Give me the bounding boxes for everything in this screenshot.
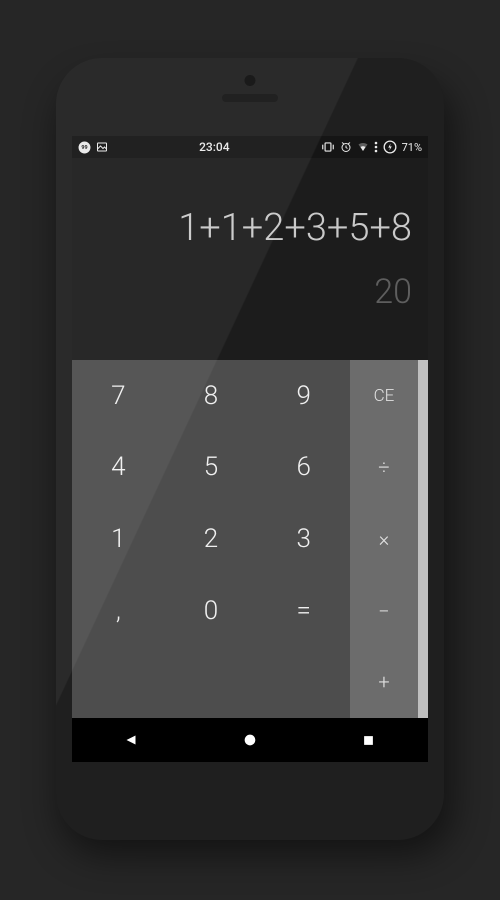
svg-text:99: 99 xyxy=(81,145,87,151)
phone-frame: 99 23:04 xyxy=(56,58,444,840)
key-8[interactable]: 8 xyxy=(165,360,258,432)
alarm-icon xyxy=(340,141,352,153)
wifi-icon xyxy=(357,141,369,153)
numpad-spacer xyxy=(72,646,350,718)
key-comma[interactable]: , xyxy=(72,575,165,647)
operator-column: CE ÷ × − + xyxy=(350,360,418,718)
key-clear-entry[interactable]: CE xyxy=(350,360,418,432)
phone-screen: 99 23:04 xyxy=(72,136,428,762)
nav-home-button[interactable] xyxy=(235,725,265,755)
key-multiply[interactable]: × xyxy=(350,503,418,575)
key-7[interactable]: 7 xyxy=(72,360,165,432)
key-4[interactable]: 4 xyxy=(72,432,165,504)
hangouts-icon: 99 xyxy=(78,141,91,154)
key-add[interactable]: + xyxy=(350,646,418,718)
number-pad: 7 8 9 4 5 6 1 2 3 , 0 = xyxy=(72,360,350,718)
key-6[interactable]: 6 xyxy=(257,432,350,504)
android-nav-bar xyxy=(72,718,428,762)
status-time: 23:04 xyxy=(108,140,321,154)
battery-circle-icon xyxy=(383,140,397,154)
nav-recent-button[interactable] xyxy=(354,725,384,755)
calc-expression: 1+1+2+3+5+8 xyxy=(178,209,412,247)
key-3[interactable]: 3 xyxy=(257,503,350,575)
key-subtract[interactable]: − xyxy=(350,575,418,647)
phone-camera xyxy=(245,75,256,86)
key-5[interactable]: 5 xyxy=(165,432,258,504)
stage: 99 23:04 xyxy=(0,0,500,900)
status-bar: 99 23:04 xyxy=(72,136,428,158)
key-1[interactable]: 1 xyxy=(72,503,165,575)
drawer-handle[interactable] xyxy=(418,360,428,718)
calc-display: 1+1+2+3+5+8 20 xyxy=(72,158,428,360)
battery-percent: 71% xyxy=(402,141,422,154)
nav-back-button[interactable] xyxy=(116,725,146,755)
key-9[interactable]: 9 xyxy=(257,360,350,432)
key-equals[interactable]: = xyxy=(257,575,350,647)
vibrate-icon xyxy=(321,141,335,153)
more-icon xyxy=(374,141,378,153)
calc-result: 20 xyxy=(374,275,412,309)
keypad: 7 8 9 4 5 6 1 2 3 , 0 = CE ÷ × xyxy=(72,360,428,718)
phone-speaker xyxy=(222,94,278,102)
key-divide[interactable]: ÷ xyxy=(350,432,418,504)
key-0[interactable]: 0 xyxy=(165,575,258,647)
key-2[interactable]: 2 xyxy=(165,503,258,575)
image-icon xyxy=(96,141,108,153)
